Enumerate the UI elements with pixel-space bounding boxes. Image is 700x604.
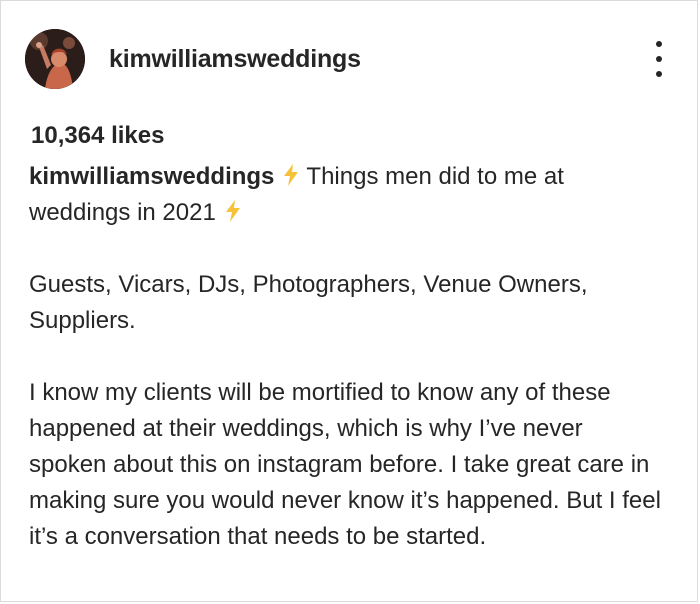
more-options-icon-dot: [656, 56, 662, 62]
caption-paragraph-3: I know my clients will be mortified to k…: [29, 379, 661, 550]
caption-username[interactable]: kimwilliamsweddings: [29, 163, 274, 190]
likes-count[interactable]: 10,364 likes: [31, 122, 164, 150]
post-card: kimwilliamsweddings 10,364 likes kimwill…: [0, 0, 698, 602]
caption: kimwilliamsweddings Things men did to me …: [29, 159, 665, 555]
caption-paragraph-2: Guests, Vicars, DJs, Photographers, Venu…: [29, 271, 588, 334]
lightning-bolt-emoji-icon: [284, 164, 299, 186]
lightning-bolt-emoji-icon: [225, 200, 240, 222]
avatar-image: [25, 29, 85, 89]
caption-line2-text: weddings in 2021: [29, 199, 216, 226]
avatar[interactable]: [25, 29, 85, 89]
caption-paragraph-1: kimwilliamsweddings Things men did to me …: [29, 159, 665, 231]
caption-line1-text: Things men did to me at: [306, 163, 564, 190]
more-options-button[interactable]: [649, 39, 669, 79]
more-options-icon-dot: [656, 71, 662, 77]
more-options-icon: [656, 41, 662, 47]
post-username[interactable]: kimwilliamsweddings: [109, 45, 361, 74]
post-header: kimwilliamsweddings: [25, 29, 677, 89]
